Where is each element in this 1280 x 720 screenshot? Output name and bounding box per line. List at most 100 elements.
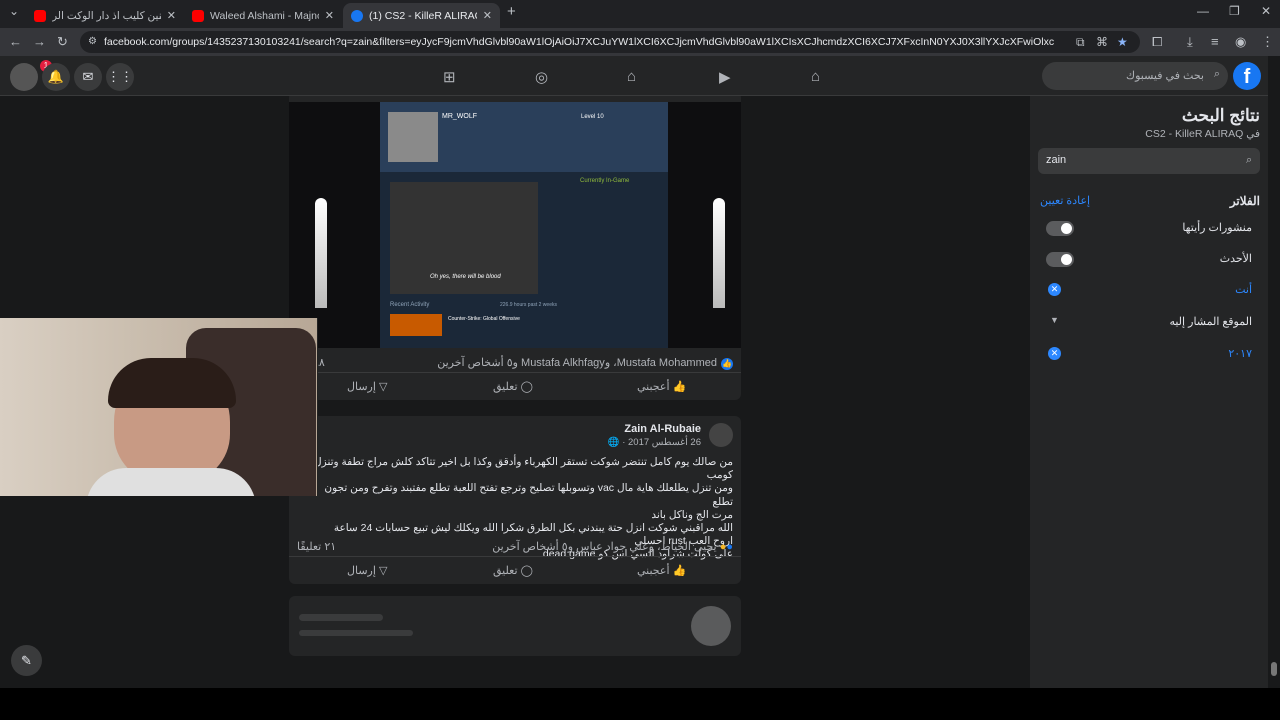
groups-icon[interactable]: ◎ bbox=[535, 68, 548, 86]
browser-tab-3[interactable]: (1) CS2 - KilleR ALIRAQ | Faceb... ✕ bbox=[343, 3, 500, 28]
post-meta: 26 أغسطس 2017 · 🌐 bbox=[607, 437, 701, 448]
send-label: إرسال bbox=[347, 565, 376, 577]
filter-label: ٢٠١٧ bbox=[1228, 348, 1252, 360]
comment-label: تعليق bbox=[493, 565, 518, 577]
filter-posted-by[interactable]: أنت ✕ bbox=[1038, 280, 1260, 300]
post-line: الله مراقبني شوكت انزل حتة يبندني بكل ال… bbox=[333, 522, 733, 535]
person-hair bbox=[108, 358, 236, 408]
post-line: من صالك يوم كامل تنتضر شوكت تستقر الكهرب… bbox=[314, 456, 733, 482]
tab-search-icon[interactable]: ⌄ bbox=[9, 4, 19, 18]
send-button[interactable]: إرسال ▽ bbox=[347, 564, 387, 577]
browser-tab-1[interactable]: خالد الحنين كليب اذ دار الوكت الر... ✕ bbox=[26, 3, 184, 28]
steam-level: Level 10 bbox=[581, 114, 604, 120]
media-icon[interactable]: ≡ bbox=[1211, 34, 1219, 49]
sidebar-subtitle: في CS2 - KilleR ALIRAQ bbox=[1145, 128, 1260, 140]
webcam-overlay bbox=[0, 318, 318, 496]
new-tab-icon[interactable]: + bbox=[507, 3, 516, 20]
filter-date-posted[interactable]: ٢٠١٧ ✕ bbox=[1038, 344, 1260, 364]
send-label: إرسال bbox=[347, 381, 376, 393]
comment-button[interactable]: تعليق ◯ bbox=[493, 380, 533, 393]
recent-activity-label: Recent Activity bbox=[390, 302, 430, 308]
filter-tagged-location[interactable]: الموقع المشار إليه ▼ bbox=[1038, 312, 1260, 332]
clear-filter-icon[interactable]: ✕ bbox=[1048, 347, 1061, 360]
account-avatar[interactable] bbox=[10, 63, 38, 91]
group-search-input[interactable]: zain ⌕ bbox=[1038, 148, 1260, 174]
close-window-icon[interactable]: ✕ bbox=[1261, 4, 1271, 18]
comment-button[interactable]: تعليق ◯ bbox=[493, 564, 533, 577]
address-bar[interactable]: ⚙ facebook.com/groups/1435237130103241/s… bbox=[80, 31, 1140, 53]
minimize-icon[interactable]: — bbox=[1197, 4, 1209, 18]
filter-posts-seen[interactable]: منشورات رأيتها bbox=[1038, 218, 1260, 238]
close-icon[interactable]: ✕ bbox=[167, 9, 176, 22]
reload-icon[interactable]: ↻ bbox=[57, 34, 68, 50]
install-icon[interactable]: ⧉ bbox=[1076, 35, 1085, 50]
comments-count[interactable]: ٢١ تعليقًا bbox=[297, 540, 336, 553]
reactions-summary[interactable]: 👍 Mustafa Mohammed، وMustafa Alkhfagy و٥ … bbox=[437, 356, 733, 370]
send-icon: ▽ bbox=[379, 381, 388, 393]
post-actions: أعجبني 👍 تعليق ◯ إرسال ▽ bbox=[289, 556, 741, 584]
scrollbar-thumb[interactable] bbox=[1271, 662, 1277, 676]
filters-heading: الفلاتر bbox=[1229, 194, 1260, 208]
home-icon[interactable]: ⌂ bbox=[811, 68, 820, 85]
facebook-logo[interactable]: f bbox=[1233, 62, 1261, 90]
gaming-icon[interactable]: ⊞ bbox=[443, 68, 456, 86]
like-button[interactable]: أعجبني 👍 bbox=[637, 564, 686, 577]
close-icon[interactable]: ✕ bbox=[483, 9, 492, 22]
video-icon[interactable]: ▶ bbox=[719, 68, 731, 86]
sidebar-title: نتائج البحث bbox=[1181, 106, 1260, 125]
post-actions: أعجبني 👍 تعليق ◯ إرسال ▽ bbox=[289, 372, 741, 400]
comment-icon: ◯ bbox=[520, 565, 533, 577]
messenger-icon[interactable]: ✉ bbox=[74, 63, 102, 91]
bullet-graphic bbox=[713, 198, 725, 308]
artwork-caption: Oh yes, there will be blood bbox=[430, 274, 501, 280]
like-button[interactable]: أعجبني 👍 bbox=[637, 380, 686, 393]
screen-bottom-bar bbox=[0, 688, 1280, 720]
author-name[interactable]: Zain Al-Rubaie bbox=[624, 423, 701, 435]
chevron-down-icon[interactable]: ▼ bbox=[1050, 315, 1059, 325]
post-date[interactable]: 26 أغسطس 2017 bbox=[628, 437, 701, 448]
filter-recent[interactable]: الأحدث bbox=[1038, 249, 1260, 269]
browser-toolbar: ← → ↻ ⚙ facebook.com/groups/143523713010… bbox=[0, 28, 1280, 56]
profile-icon[interactable]: ◉ bbox=[1235, 34, 1246, 50]
post-line: ومن تنزل يطلعلك هاية مال vac وتسوبلها تص… bbox=[324, 482, 733, 508]
reset-filters-link[interactable]: إعادة تعيين bbox=[1040, 194, 1090, 207]
browser-tab-strip: ⌄ خالد الحنين كليب اذ دار الوكت الر... ✕… bbox=[0, 0, 1280, 28]
author-avatar[interactable] bbox=[709, 423, 733, 447]
download-icon[interactable]: ⤓ bbox=[1187, 34, 1193, 50]
youtube-icon bbox=[192, 9, 204, 22]
marketplace-icon[interactable]: ⌂ bbox=[627, 68, 636, 85]
menu-icon[interactable]: ⋮ bbox=[1261, 34, 1274, 50]
thumbs-up-icon: 👍 bbox=[672, 381, 687, 393]
url-text: facebook.com/groups/1435237130103241/sea… bbox=[104, 36, 1054, 48]
toggle-switch[interactable] bbox=[1046, 221, 1074, 236]
filter-label: أنت bbox=[1235, 284, 1252, 296]
facebook-search[interactable]: بحث في فيسبوك ⌕ bbox=[1042, 62, 1228, 90]
page-scrollbar[interactable] bbox=[1268, 56, 1280, 688]
toggle-switch[interactable] bbox=[1046, 252, 1074, 267]
search-icon: ⌕ bbox=[1213, 68, 1220, 80]
extensions-icon[interactable]: ⧠ bbox=[1152, 34, 1162, 50]
clear-filter-icon[interactable]: ✕ bbox=[1048, 283, 1061, 296]
filter-label: منشورات رأيتها bbox=[1182, 222, 1252, 234]
bookmark-star-icon[interactable]: ★ bbox=[1117, 35, 1128, 49]
menu-grid-icon[interactable]: ⋮⋮ bbox=[106, 63, 134, 91]
translate-icon[interactable]: ⌘ bbox=[1096, 35, 1108, 49]
comment-label: تعليق bbox=[493, 381, 518, 393]
site-info-icon[interactable]: ⚙ bbox=[88, 36, 97, 47]
browser-tab-2[interactable]: Waleed Alshami - Majnooni / .... ✕ bbox=[184, 3, 342, 28]
facebook-header: 1 🔔 ✉ ⋮⋮ ⊞ ◎ ⌂ ▶ ⌂ بحث في فيسبوك ⌕ f bbox=[0, 56, 1280, 96]
steam-status: Currently In-Game bbox=[580, 178, 630, 184]
loading-post-placeholder bbox=[289, 596, 741, 656]
skeleton-avatar bbox=[691, 606, 731, 646]
notifications-icon[interactable]: 🔔 bbox=[42, 63, 70, 91]
filter-label: الموقع المشار إليه bbox=[1169, 316, 1252, 328]
back-icon[interactable]: ← bbox=[9, 34, 22, 49]
skeleton-line bbox=[299, 614, 383, 621]
compose-edit-icon[interactable]: ✎ bbox=[11, 645, 42, 676]
send-button[interactable]: إرسال ▽ bbox=[347, 380, 387, 393]
post-image[interactable]: MR_WOLF Level 10 Oh yes, there will be b… bbox=[289, 102, 741, 348]
close-icon[interactable]: ✕ bbox=[325, 9, 334, 22]
restore-icon[interactable]: ❐ bbox=[1229, 4, 1240, 18]
reactions-summary[interactable]: ●● يحيى الخياط، وعلي جواد عباس و٥ أشخاص … bbox=[492, 540, 733, 553]
forward-icon[interactable]: → bbox=[33, 34, 46, 49]
